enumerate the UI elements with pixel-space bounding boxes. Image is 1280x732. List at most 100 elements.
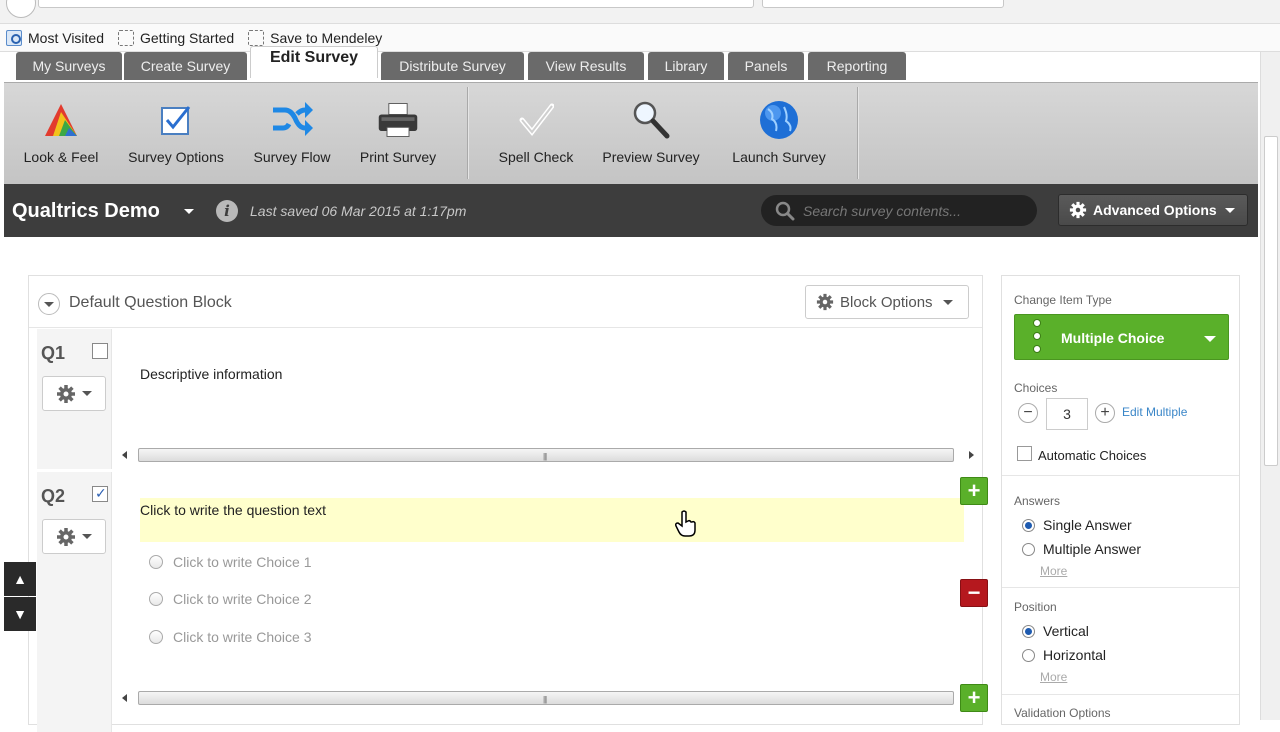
move-up-button[interactable]: ▲ xyxy=(4,562,36,596)
choice-radio[interactable] xyxy=(149,630,163,644)
automatic-choices-label: Automatic Choices xyxy=(1038,448,1147,463)
scrollbar-thumb[interactable]: ||| xyxy=(138,448,954,462)
scroll-right-icon[interactable] xyxy=(969,451,974,459)
bookmark-save-to-mendeley[interactable]: Save to Mendeley xyxy=(248,29,382,46)
automatic-choices-checkbox[interactable] xyxy=(1017,446,1032,461)
url-bar[interactable] xyxy=(38,0,754,8)
tab-reporting[interactable]: Reporting xyxy=(808,52,906,80)
change-item-type-label: Change Item Type xyxy=(1014,293,1112,307)
tab-panels[interactable]: Panels xyxy=(728,52,804,80)
item-type-dropdown[interactable]: Multiple Choice xyxy=(1014,314,1229,360)
tab-edit-survey[interactable]: Edit Survey xyxy=(250,46,378,78)
search-input[interactable] xyxy=(803,201,1023,221)
page-scrollbar[interactable] xyxy=(1260,52,1280,720)
divider xyxy=(1002,694,1239,695)
move-down-button[interactable]: ▼ xyxy=(4,597,36,631)
spell-check-button[interactable]: Spell Check xyxy=(490,99,582,179)
question-q2[interactable]: Q2 Click to write the question text Clic… xyxy=(37,472,983,732)
horizontal-scrollbar[interactable]: ||| xyxy=(120,446,976,464)
magnifier-icon xyxy=(629,99,673,141)
survey-search[interactable] xyxy=(761,195,1037,226)
radio[interactable] xyxy=(1022,542,1035,556)
block-title[interactable]: Default Question Block xyxy=(69,294,232,312)
scroll-left-icon[interactable] xyxy=(122,694,127,702)
position-label: Position xyxy=(1014,600,1057,614)
toolbar-separator xyxy=(857,87,858,179)
decrease-choices-button[interactable]: − xyxy=(1018,403,1038,423)
checkmark-icon xyxy=(514,99,558,141)
info-icon[interactable]: i xyxy=(216,200,238,222)
horizontal-scrollbar[interactable]: ||| xyxy=(120,689,976,707)
toolbar-separator xyxy=(467,87,468,179)
chevron-down-icon[interactable] xyxy=(184,209,194,214)
horizontal-position-option[interactable]: Horizontal xyxy=(1022,647,1106,663)
tab-library[interactable]: Library xyxy=(648,52,724,80)
answers-label: Answers xyxy=(1014,494,1061,508)
question-text[interactable]: Click to write the question text xyxy=(140,502,326,518)
question-block: Default Question Block Block Options Q1 xyxy=(28,275,983,732)
checkbox-icon xyxy=(154,99,198,141)
edit-multiple-link[interactable]: Edit Multiple xyxy=(1122,405,1187,419)
remove-choice-button[interactable]: − xyxy=(960,579,988,607)
question-q1[interactable]: Q1 Descriptive information ||| xyxy=(37,329,983,469)
scroll-left-icon[interactable] xyxy=(122,451,127,459)
multiple-answer-option[interactable]: Multiple Answer xyxy=(1022,541,1141,557)
survey-flow-button[interactable]: Survey Flow xyxy=(246,99,338,179)
vertical-position-option[interactable]: Vertical xyxy=(1022,623,1089,639)
question-select-checkbox[interactable] xyxy=(92,485,108,502)
question-gear-button[interactable] xyxy=(42,519,106,554)
launch-survey-button[interactable]: Launch Survey xyxy=(724,99,834,179)
question-gear-button[interactable] xyxy=(42,376,106,411)
choice-item[interactable]: Click to write Choice 2 xyxy=(149,591,312,607)
choice-radio[interactable] xyxy=(149,555,163,569)
collapse-block-button[interactable] xyxy=(38,293,60,315)
choice-radio[interactable] xyxy=(149,592,163,606)
page-icon xyxy=(118,29,134,46)
block-options-button[interactable]: Block Options xyxy=(805,285,969,319)
more-position-link[interactable]: More xyxy=(1040,670,1067,684)
add-question-button[interactable]: + xyxy=(960,684,988,712)
choice-item[interactable]: Click to write Choice 1 xyxy=(149,554,312,570)
question-select-checkbox[interactable] xyxy=(92,343,108,359)
question-number: Q1 xyxy=(41,343,66,363)
browser-search-bar[interactable] xyxy=(762,0,1004,8)
gear-icon xyxy=(57,384,75,403)
question-sidebar: Q2 xyxy=(37,472,112,732)
survey-options-button[interactable]: Survey Options xyxy=(119,99,233,179)
preview-survey-button[interactable]: Preview Survey xyxy=(595,99,707,179)
advanced-options-button[interactable]: Advanced Options xyxy=(1058,194,1248,226)
choice-item[interactable]: Click to write Choice 3 xyxy=(149,629,312,645)
survey-toolbar: Look & Feel Survey Options Survey Flow P… xyxy=(4,82,1258,184)
survey-title[interactable]: Qualtrics Demo xyxy=(12,200,160,223)
radio[interactable] xyxy=(1022,648,1035,662)
back-button[interactable] xyxy=(6,0,36,18)
last-saved-text: Last saved 06 Mar 2015 at 1:17pm xyxy=(250,203,467,219)
hand-cursor-icon xyxy=(675,510,696,537)
block-header: Default Question Block Block Options xyxy=(29,276,982,328)
page-scrollbar-thumb[interactable] xyxy=(1264,136,1278,466)
single-answer-option[interactable]: Single Answer xyxy=(1022,517,1132,533)
add-choice-button[interactable]: + xyxy=(960,477,988,505)
tab-view-results[interactable]: View Results xyxy=(528,52,644,80)
choices-count-input[interactable]: 3 xyxy=(1046,398,1088,430)
browser-toolbar xyxy=(0,0,1280,24)
question-sidebar: Q1 xyxy=(37,329,112,469)
bookmark-getting-started[interactable]: Getting Started xyxy=(118,29,234,46)
tab-my-surveys[interactable]: My Surveys xyxy=(16,52,122,80)
increase-choices-button[interactable]: + xyxy=(1095,403,1115,423)
tab-distribute-survey[interactable]: Distribute Survey xyxy=(381,52,524,80)
radio-selected[interactable] xyxy=(1022,518,1035,532)
printer-icon xyxy=(376,99,420,141)
bookmark-most-visited[interactable]: Most Visited xyxy=(6,29,104,46)
more-answers-link[interactable]: More xyxy=(1040,564,1067,578)
question-text[interactable]: Descriptive information xyxy=(140,366,282,382)
print-survey-button[interactable]: Print Survey xyxy=(352,99,444,179)
scrollbar-thumb[interactable]: ||| xyxy=(138,691,954,705)
caret-down-icon xyxy=(1204,336,1216,342)
radio-selected[interactable] xyxy=(1022,624,1035,638)
look-feel-button[interactable]: Look & Feel xyxy=(18,99,104,179)
caret-down-icon xyxy=(1224,207,1235,213)
tab-create-survey[interactable]: Create Survey xyxy=(124,52,247,80)
bookmarks-bar: Most Visited Getting Started Save to Men… xyxy=(0,24,1280,52)
main-tabs: My Surveys Create Survey Edit Survey Dis… xyxy=(4,46,1258,82)
